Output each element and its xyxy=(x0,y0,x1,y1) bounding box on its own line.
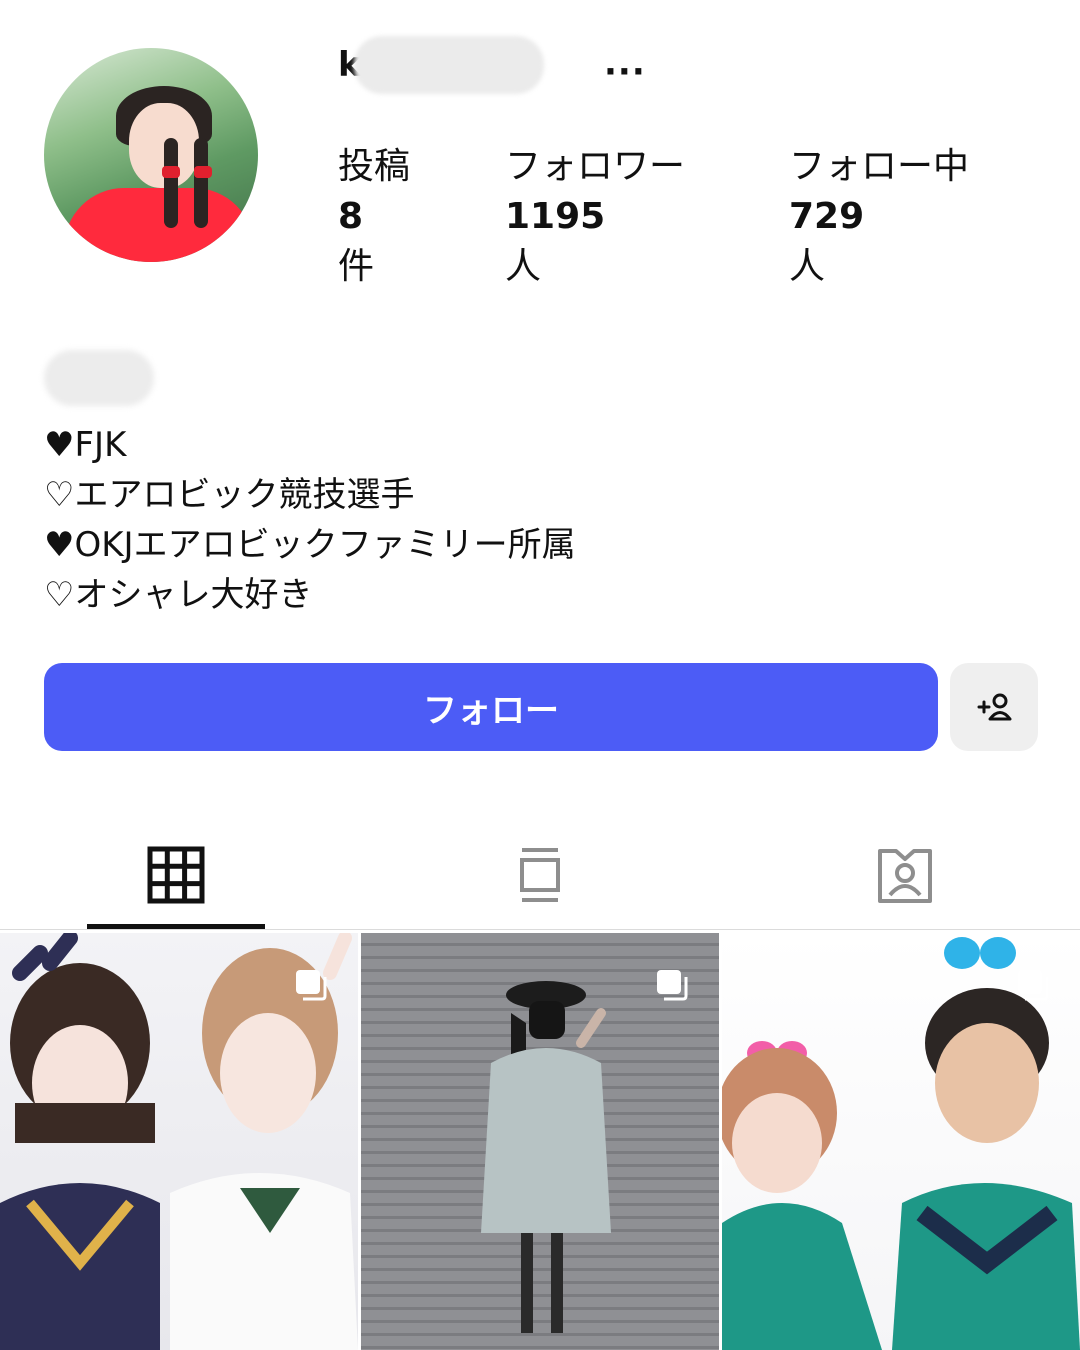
tagged-person-icon xyxy=(878,849,932,903)
avatar-bow xyxy=(194,166,212,178)
stat-posts[interactable]: 投稿 8 件 xyxy=(338,142,410,292)
stat-label: フォロワー xyxy=(505,146,686,187)
stat-value: 1195 xyxy=(505,196,606,237)
add-person-icon xyxy=(977,693,1012,721)
bio-line: ♥FJK xyxy=(44,425,127,465)
display-name-blur xyxy=(44,350,154,406)
stat-unit: 件 xyxy=(338,246,375,287)
suggest-accounts-button[interactable] xyxy=(950,663,1038,751)
avatar-braid xyxy=(164,138,178,228)
bio-line: ♥OKJエアロビックファミリー所属 xyxy=(44,525,576,565)
bio: ♥FJK ♡エアロビック競技選手 ♥OKJエアロビックファミリー所属 ♡オシャレ… xyxy=(44,420,576,620)
stat-value: 729 xyxy=(789,196,865,237)
profile-tabs xyxy=(0,820,1080,930)
multiple-photos-icon xyxy=(1018,970,1049,1001)
bio-line: ♡エアロビック競技選手 xyxy=(44,475,415,515)
post-thumbnail[interactable] xyxy=(361,933,719,1350)
stat-unit: 人 xyxy=(505,246,542,287)
stat-value: 8 xyxy=(338,196,364,237)
username-blur xyxy=(354,36,544,94)
grid-icon xyxy=(147,846,205,904)
post-thumbnail[interactable] xyxy=(722,933,1080,1350)
tab-reels[interactable] xyxy=(451,820,629,930)
stat-followers[interactable]: フォロワー 1195 人 xyxy=(505,142,685,292)
tab-grid[interactable] xyxy=(87,820,265,930)
avatar-bow xyxy=(162,166,180,178)
post-thumbnail[interactable] xyxy=(0,933,358,1350)
stat-label: フォロー中 xyxy=(789,146,970,187)
stat-label: 投稿 xyxy=(338,146,411,187)
reels-icon xyxy=(520,848,560,902)
profile-avatar[interactable] xyxy=(44,48,258,262)
stat-unit: 人 xyxy=(789,246,826,287)
more-options-button[interactable]: ··· xyxy=(604,52,646,92)
tab-tagged[interactable] xyxy=(816,820,994,930)
bio-line: ♡オシャレ大好き xyxy=(44,575,313,615)
avatar-shirt xyxy=(64,188,254,262)
avatar-braid xyxy=(194,138,208,228)
follow-button[interactable]: フォロー xyxy=(44,663,938,751)
multiple-photos-icon xyxy=(296,970,327,1001)
tabs-divider xyxy=(0,929,1080,930)
stat-following[interactable]: フォロー中 729 人 xyxy=(789,142,969,292)
multiple-photos-icon xyxy=(657,970,688,1001)
